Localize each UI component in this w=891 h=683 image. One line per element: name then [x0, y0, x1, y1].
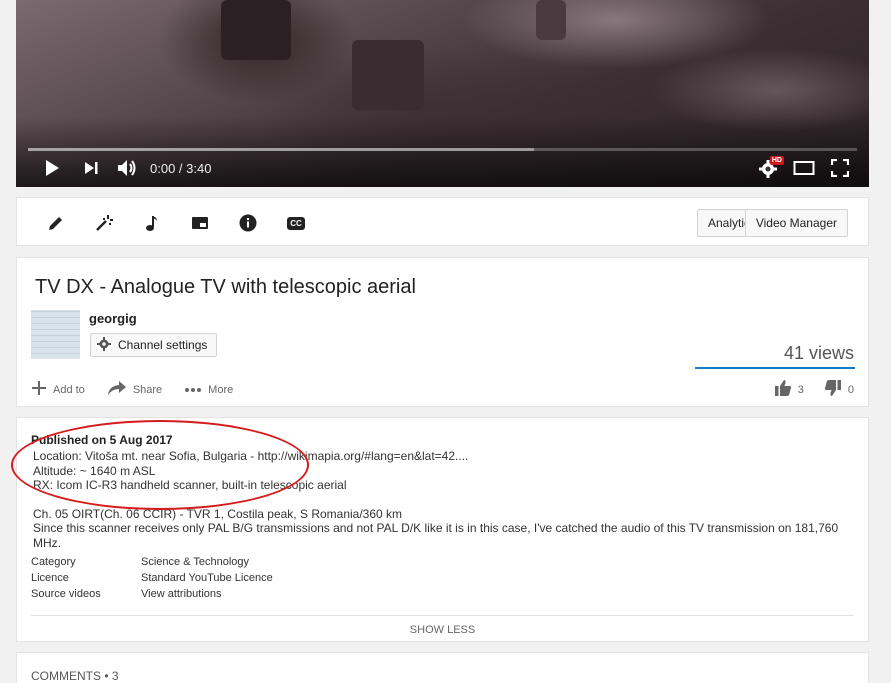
- description-line: Altitude: ~ 1640 m ASL: [33, 463, 156, 478]
- like-ratio-bar: [695, 367, 855, 369]
- theater-mode-icon: [793, 160, 815, 176]
- add-to-button[interactable]: Add to: [31, 380, 85, 399]
- card-icon[interactable]: [189, 212, 211, 234]
- captions-label: CC: [287, 216, 305, 230]
- more-label: More: [208, 383, 234, 396]
- video-player[interactable]: 0:00 / 3:40 HD: [16, 0, 869, 187]
- captions-icon[interactable]: CC: [285, 212, 307, 234]
- dislike-button[interactable]: 0: [824, 379, 854, 400]
- description-line: RX: Icom IC-R3 handheld scanner, built-i…: [33, 478, 347, 492]
- meta-value-licence[interactable]: Standard YouTube Licence: [141, 572, 273, 584]
- gear-icon: [97, 336, 111, 354]
- description-card: Published on 5 Aug 2017 Location: Vitoša…: [16, 417, 869, 642]
- more-button[interactable]: More: [184, 384, 233, 396]
- meta-value-source-videos[interactable]: View attributions: [141, 588, 222, 600]
- plus-icon: [31, 380, 47, 399]
- video-title: TV DX - Analogue TV with telescopic aeri…: [35, 276, 416, 298]
- thumbs-down-icon: [824, 379, 842, 400]
- fullscreen-button[interactable]: [831, 156, 849, 180]
- video-manager-button[interactable]: Video Manager: [744, 209, 848, 237]
- settings-button[interactable]: HD: [758, 156, 784, 180]
- more-dots-icon: [184, 384, 202, 396]
- fullscreen-icon: [831, 159, 849, 177]
- description-line: Since this scanner receives only PAL B/G…: [33, 521, 839, 550]
- video-frame-stump: [352, 40, 424, 110]
- play-icon: [42, 158, 62, 178]
- volume-icon: [116, 158, 138, 178]
- view-count: 41 views: [783, 343, 854, 363]
- divider: [31, 615, 854, 616]
- avatar[interactable]: [31, 310, 80, 359]
- channel-name[interactable]: georgig: [89, 311, 137, 326]
- like-button[interactable]: 3: [774, 379, 804, 400]
- publish-date: Published on 5 Aug 2017: [31, 433, 173, 447]
- volume-button[interactable]: [116, 156, 138, 180]
- description-text: Location: Vitoša mt. near Sofia, Bulgari…: [33, 449, 858, 550]
- comments-card: COMMENTS • 3: [16, 652, 869, 683]
- video-actions: Add to Share More: [31, 380, 255, 399]
- progress-bar[interactable]: [28, 148, 857, 151]
- thumbs-up-icon: [774, 379, 792, 400]
- video-frame-stump-right: [536, 0, 566, 40]
- time-display: 0:00 / 3:40: [150, 161, 212, 176]
- theater-mode-button[interactable]: [793, 156, 815, 180]
- add-to-label: Add to: [53, 383, 85, 396]
- video-frame-tree-trunk: [221, 0, 291, 60]
- magic-wand-icon[interactable]: [93, 212, 115, 234]
- meta-value-category[interactable]: Science & Technology: [141, 556, 249, 568]
- channel-settings-label: Channel settings: [118, 338, 208, 352]
- music-note-icon[interactable]: [141, 212, 163, 234]
- like-count: 3: [797, 383, 804, 396]
- progress-loaded: [28, 148, 534, 151]
- share-label: Share: [132, 383, 163, 396]
- show-less-button[interactable]: SHOW LESS: [17, 624, 868, 636]
- next-icon: [82, 159, 100, 177]
- video-info-card: TV DX - Analogue TV with telescopic aeri…: [16, 257, 869, 407]
- info-icon[interactable]: [237, 212, 259, 234]
- pencil-icon[interactable]: [45, 212, 67, 234]
- share-icon: [107, 380, 127, 399]
- description-line: Ch. 05 OIRT(Ch. 06 CCIR) - TVR 1, Costil…: [33, 506, 403, 521]
- channel-settings-button[interactable]: Channel settings: [90, 333, 218, 357]
- meta-label-licence: Licence: [31, 572, 69, 584]
- creator-toolbar: CC Analytics Video Manager: [16, 197, 869, 246]
- meta-label-source-videos: Source videos: [31, 588, 101, 600]
- controls-gradient: [16, 117, 869, 187]
- comments-header: COMMENTS • 3: [31, 669, 119, 683]
- dislike-count: 0: [847, 383, 854, 396]
- description-blank-line: [33, 493, 858, 507]
- like-dislike-group: 3 0: [774, 379, 854, 400]
- next-button[interactable]: [82, 156, 100, 180]
- settings-icon: HD: [758, 156, 784, 178]
- description-line: Location: Vitoša mt. near Sofia, Bulgari…: [33, 449, 469, 463]
- share-button[interactable]: Share: [107, 380, 162, 399]
- meta-label-category: Category: [31, 556, 76, 568]
- play-button[interactable]: [42, 156, 62, 180]
- hd-badge: HD: [769, 156, 784, 165]
